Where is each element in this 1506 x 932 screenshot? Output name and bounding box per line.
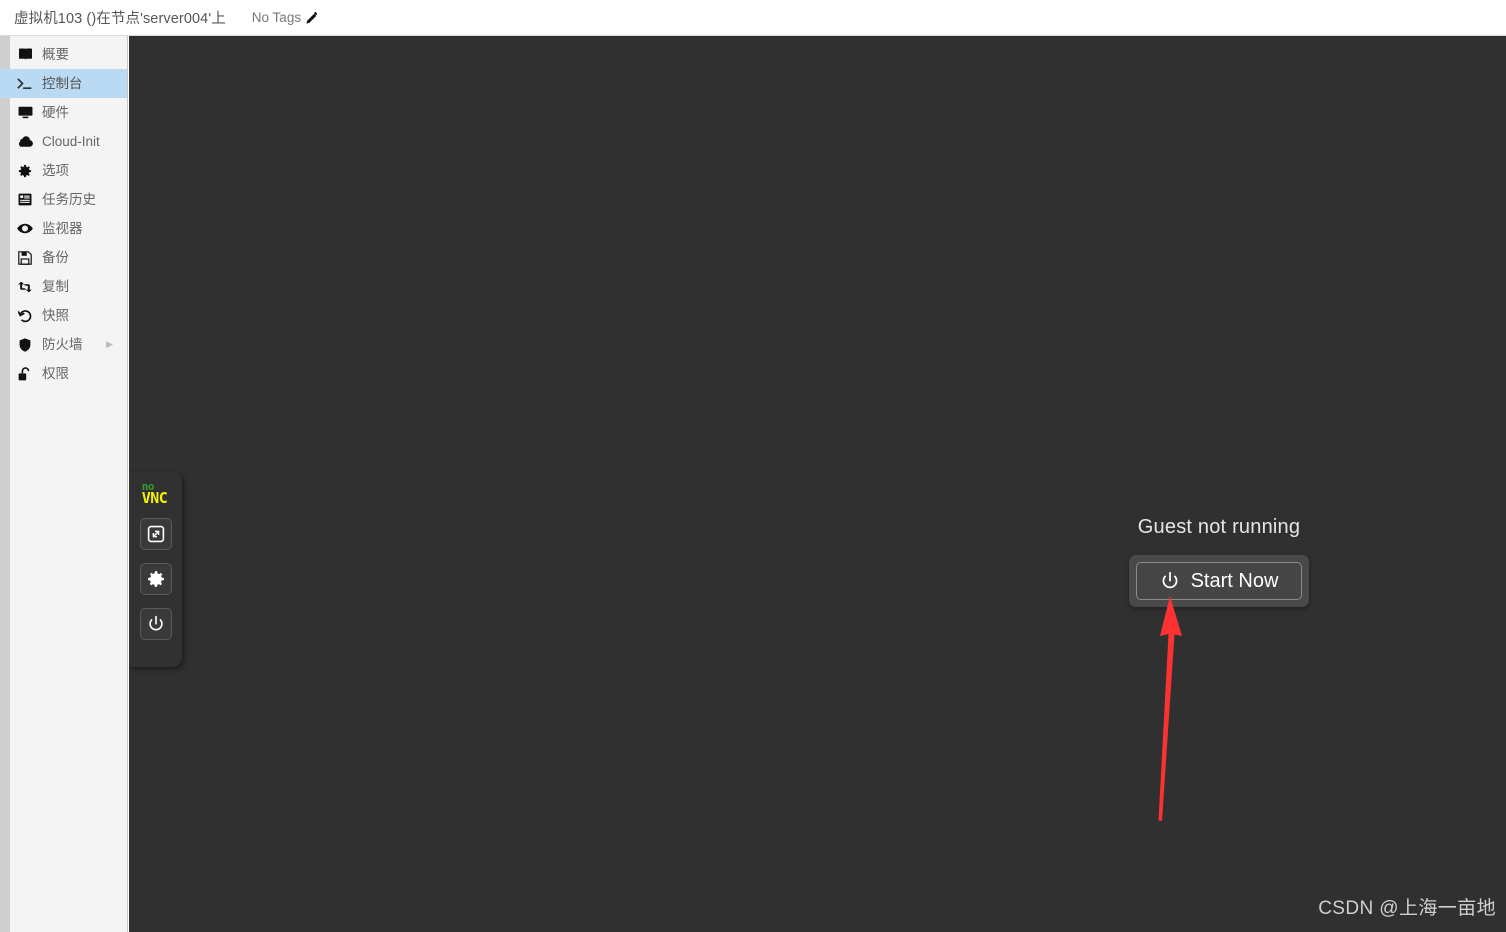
terminal-icon [16,76,34,92]
sidebar-item-task-history[interactable]: 任务历史 [10,185,127,214]
guest-status-block: Guest not running Start Now [1109,516,1329,607]
shield-icon [16,337,34,353]
save-icon [16,250,34,266]
sidebar-item-backup[interactable]: 备份 [10,243,127,272]
pencil-icon [305,11,319,25]
vnc-console-area[interactable]: no VNC Guest not running Start Now CSDN … [129,36,1506,932]
fullscreen-icon [147,525,165,543]
guest-status-text: Guest not running [1137,516,1301,538]
sidebar-item-summary[interactable]: 概要 [10,40,127,69]
sidebar-item-label: 任务历史 [42,191,96,207]
sidebar-item-label: 硬件 [42,104,69,120]
page-header: 虚拟机103 ()在节点'server004'上 No Tags [0,0,1506,36]
power-icon [147,615,165,633]
sidebar-item-label: 监视器 [42,220,83,236]
page-scrollbar[interactable] [0,36,10,932]
start-now-label: Start Now [1190,569,1279,592]
unlock-icon [16,366,34,382]
app-root: 虚拟机103 ()在节点'server004'上 No Tags 概要 控制台 … [0,0,1506,932]
eye-icon [16,221,34,237]
novnc-logo: no VNC [141,481,168,508]
watermark: CSDN @上海一亩地 [1318,898,1496,919]
sidebar-item-label: 权限 [42,365,69,381]
sidebar-item-label: 备份 [42,249,69,265]
sidebar-item-label: 防火墙 [42,336,83,352]
start-button-wrapper: Start Now [1129,555,1309,607]
sidebar-item-snapshots[interactable]: 快照 [10,301,127,330]
power-button[interactable] [139,607,172,640]
novnc-control-panel: no VNC [129,472,182,667]
sidebar-item-permissions[interactable]: 权限 [10,359,127,388]
sidebar-item-label: 复制 [42,278,69,294]
page-title: 虚拟机103 ()在节点'server004'上 [14,11,226,27]
tags-label: No Tags [251,10,302,25]
sidebar-item-console[interactable]: 控制台 [0,69,127,98]
start-now-button[interactable]: Start Now [1136,562,1302,600]
sidebar-item-firewall[interactable]: 防火墙 ▶ [10,330,127,359]
page-scrollbar-thumb[interactable] [0,36,10,932]
sidebar-item-hardware[interactable]: 硬件 [10,98,127,127]
annotation-arrow [1158,596,1182,821]
power-icon [1160,571,1180,591]
book-icon [16,47,34,63]
sidebar-item-monitor[interactable]: 监视器 [10,214,127,243]
cloud-icon [16,134,34,150]
sidebar-item-options[interactable]: 选项 [10,156,127,185]
monitor-icon [16,105,34,121]
tags-editor[interactable]: No Tags [252,10,319,25]
sidebar-item-label: 控制台 [42,75,83,91]
sidebar-item-label: 选项 [42,162,69,178]
gear-icon [147,570,165,588]
sidebar-item-label: 概要 [42,46,69,62]
sidebar-item-label: Cloud-Init [42,133,100,149]
sidebar-item-replication[interactable]: 复制 [10,272,127,301]
sidebar: 概要 控制台 硬件 Cloud-Init 选项 任务历史 监视器 备份 复制 快… [0,36,128,932]
fullscreen-button[interactable] [139,517,172,550]
list-icon [16,192,34,208]
sidebar-item-cloud-init[interactable]: Cloud-Init [10,127,127,156]
gear-icon [16,163,34,179]
chevron-right-icon: ▶ [106,339,113,349]
sidebar-item-label: 快照 [42,307,69,323]
retweet-icon [16,279,34,295]
history-icon [16,308,34,324]
settings-button[interactable] [139,562,172,595]
novnc-logo-vnc: VNC [141,489,168,508]
